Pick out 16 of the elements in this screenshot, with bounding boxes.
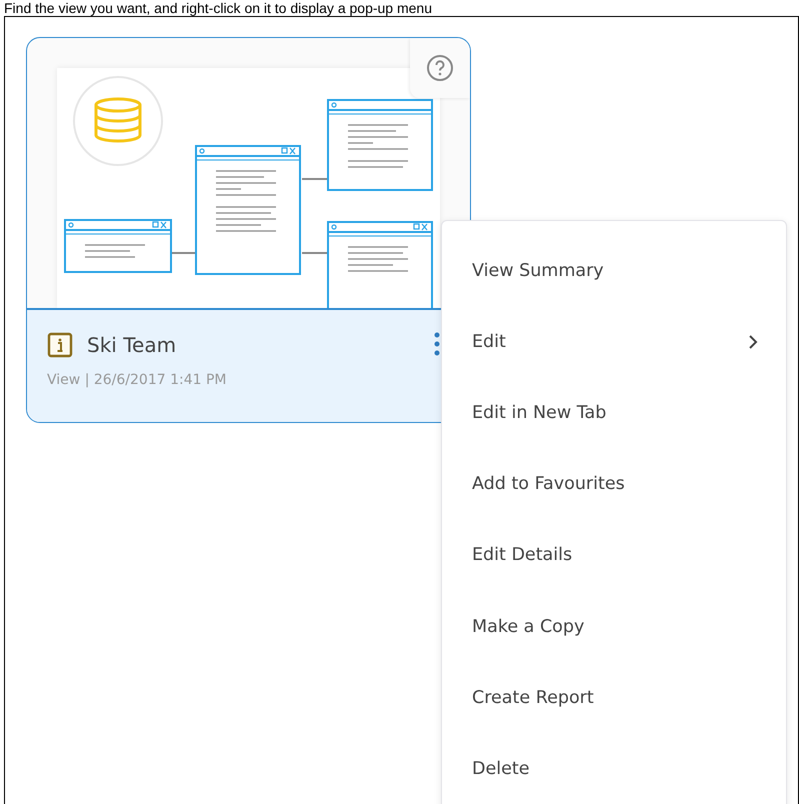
menu-item[interactable]: Create Report	[442, 662, 786, 734]
instruction-text: Find the view you want, and right-click on it to display a pop-up menu	[3, 0, 434, 16]
menu-item[interactable]: Delete	[442, 733, 786, 804]
menu-item[interactable]: Add to Favourites	[442, 448, 786, 520]
more-icon[interactable]	[434, 332, 440, 356]
connector-line	[172, 252, 195, 254]
help-button[interactable]	[410, 38, 470, 98]
menu-item[interactable]: Edit Details	[442, 520, 786, 591]
card-title: Ski Team	[87, 333, 176, 357]
card-meta: View | 26/6/2017 1:41 PM	[47, 372, 228, 388]
help-icon	[426, 54, 454, 82]
info-icon	[47, 332, 73, 358]
menu-item[interactable]: Make a Copy	[442, 590, 786, 662]
connector-line	[302, 178, 327, 180]
view-card[interactable]: Ski Team View | 26/6/2017 1:41 PM	[26, 37, 471, 423]
connector-line	[302, 252, 327, 254]
